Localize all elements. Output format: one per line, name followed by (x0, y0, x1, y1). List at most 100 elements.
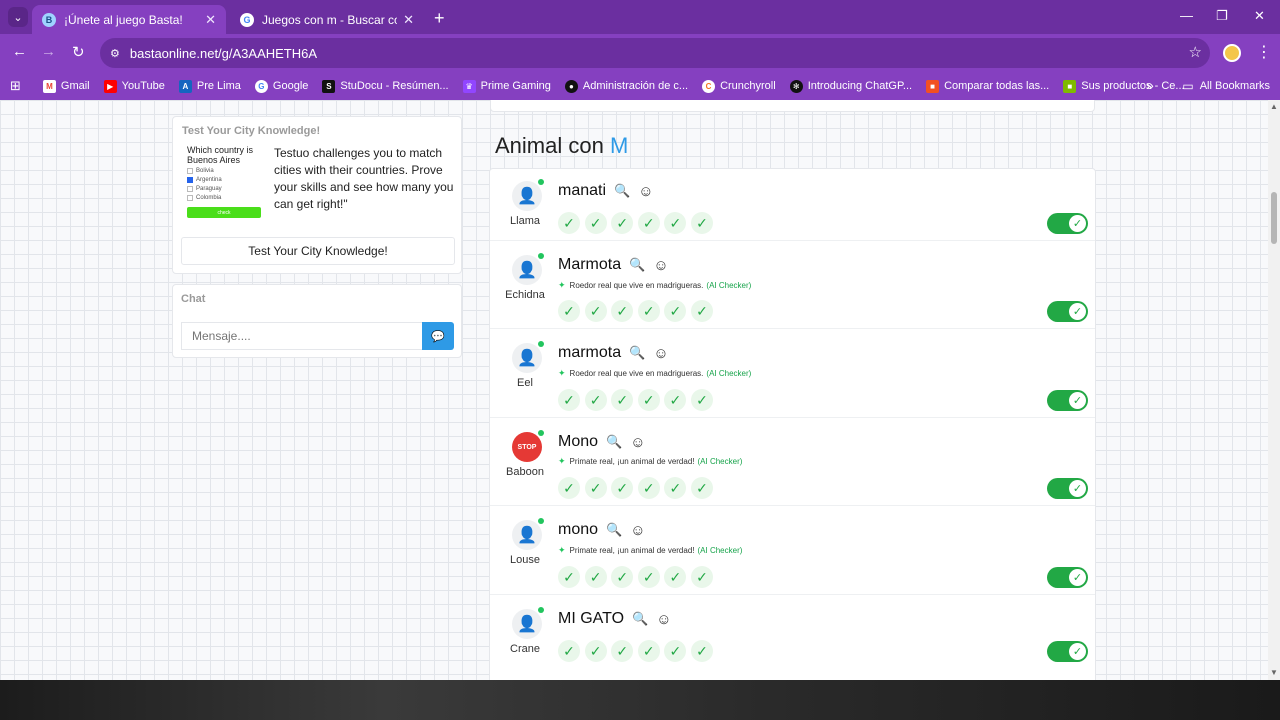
bookmark-chatgpt[interactable]: ✻ Introducing ChatGP... (789, 79, 912, 93)
page-scrollbar[interactable]: ▲ ▼ (1268, 100, 1280, 680)
browser-tab-bar: ⌄ B ¡Únete al juego Basta! ✕ G Juegos co… (0, 0, 1280, 34)
bookmark-studocu[interactable]: S StuDocu - Resúmen... (322, 79, 449, 93)
emoji-reaction-icon[interactable]: ☺ (630, 522, 645, 539)
bookmark-crunchyroll[interactable]: C Crunchyroll (702, 79, 776, 93)
answer-text: manati (558, 182, 607, 199)
crown-icon: ♛ (462, 79, 476, 93)
chat-message-input[interactable] (181, 322, 423, 350)
vote-checks: ✓ ✓ ✓ ✓ ✓ ✓ (558, 389, 718, 411)
search-icon[interactable]: 🔍 (632, 611, 648, 627)
emoji-reaction-icon[interactable]: ☺ (638, 183, 653, 200)
maximize-icon[interactable]: ❐ (1216, 8, 1228, 24)
check-icon: ✓ (611, 477, 634, 499)
check-icon: ✓ (690, 566, 713, 588)
player-name: Louse (510, 554, 540, 566)
apps-grid-icon[interactable]: ⊞ (10, 78, 21, 94)
search-icon[interactable]: 🔍 (606, 522, 622, 538)
ai-hint: ✦ Primate real, ¡un animal de verdad! (AI … (558, 545, 742, 556)
bookmark-prime-gaming[interactable]: ♛ Prime Gaming (462, 79, 551, 93)
chat-header: Chat (181, 293, 206, 305)
bookmark-label: Sus productos - Ce... (1081, 80, 1185, 92)
answer-row: 👤 Echidna Marmota 🔍 ☺ ✦ Roedor real que viv… (490, 241, 1095, 329)
profile-avatar[interactable] (1223, 44, 1241, 62)
answer-text: marmota (558, 344, 622, 361)
window-close-icon[interactable]: ✕ (1254, 8, 1265, 24)
search-icon[interactable]: 🔍 (629, 345, 645, 361)
search-icon[interactable]: 🔍 (629, 257, 645, 273)
more-bookmarks-chevron-icon[interactable]: » (1146, 77, 1154, 93)
scroll-up-arrow-icon[interactable]: ▲ (1270, 102, 1278, 111)
ai-checker-label: (AI Checker) (697, 546, 743, 555)
answer-text: Marmota (558, 256, 622, 273)
search-icon[interactable]: 🔍 (606, 434, 622, 450)
openai-icon: ✻ (789, 79, 803, 93)
check-icon: ✓ (611, 566, 634, 588)
quiz-option-label: Paraguay (196, 186, 222, 192)
quiz-option-label: Bolivia (196, 168, 214, 174)
minimize-icon[interactable]: — (1180, 8, 1193, 23)
all-bookmarks-button[interactable]: ▭ All Bookmarks (1182, 79, 1270, 93)
player-name: Llama (510, 215, 540, 227)
hint-text: Roedor real que vive en madrigueras. (569, 281, 704, 290)
emoji-reaction-icon[interactable]: ☺ (630, 434, 645, 451)
player-avatar: 👤 (512, 518, 544, 550)
online-indicator (538, 341, 544, 347)
check-icon: ✓ (611, 389, 634, 411)
check-icon: ✓ (637, 389, 660, 411)
bookmark-administracion[interactable]: ● Administración de c... (564, 79, 688, 93)
sparkle-icon: ✦ (558, 456, 566, 466)
player-avatar: 👤 (512, 341, 544, 373)
tab-search-chevron-icon[interactable]: ⌄ (8, 7, 28, 27)
check-icon: ✓ (690, 477, 713, 499)
vote-checks: ✓ ✓ ✓ ✓ ✓ ✓ (558, 477, 718, 499)
ai-hint: ✦ Roedor real que vive en madrigueras. (AI… (558, 280, 751, 291)
bookmark-star-icon[interactable]: ☆ (1189, 43, 1202, 61)
player-avatar: 👤 (512, 179, 544, 211)
back-arrow-icon[interactable]: ← (12, 43, 27, 60)
address-bar[interactable]: ⚙ bastaonline.net/g/A3AAHETH6A ☆ (100, 38, 1210, 68)
emoji-reaction-icon[interactable]: ☺ (653, 257, 668, 274)
answer-word: Mono 🔍 ☺ (558, 433, 646, 451)
valid-toggle[interactable]: ✓ (1047, 641, 1088, 662)
bookmark-youtube[interactable]: ▶ YouTube (103, 79, 165, 93)
forward-arrow-icon[interactable]: → (41, 43, 56, 60)
sparkle-icon: ✦ (558, 280, 566, 290)
valid-toggle[interactable]: ✓ (1047, 301, 1088, 322)
valid-toggle[interactable]: ✓ (1047, 390, 1088, 411)
bookmark-gmail[interactable]: M Gmail (42, 79, 90, 93)
quiz-option: Argentina (187, 177, 263, 183)
scroll-down-arrow-icon[interactable]: ▼ (1270, 668, 1278, 677)
tab-basta[interactable]: B ¡Únete al juego Basta! ✕ (32, 5, 226, 34)
tab-google-search[interactable]: G Juegos con m - Buscar con Goo ✕ (230, 5, 424, 34)
bookmark-sus-productos[interactable]: ■ Sus productos - Ce... (1063, 79, 1185, 93)
answer-word: Marmota 🔍 ☺ (558, 256, 669, 274)
player-avatar: 👤 (512, 607, 544, 639)
menu-kebab-icon[interactable]: ⋮ (1256, 42, 1272, 62)
test-city-knowledge-button[interactable]: Test Your City Knowledge! (181, 237, 455, 265)
bookmark-comparar[interactable]: ■ Comparar todas las... (926, 79, 1049, 93)
check-icon: ✓ (584, 389, 607, 411)
quiz-option-label: Colombia (196, 195, 222, 201)
reload-icon[interactable]: ↻ (72, 43, 85, 61)
answer-word: mono 🔍 ☺ (558, 521, 646, 539)
new-tab-plus-icon[interactable]: + (434, 8, 445, 29)
check-icon: ✓ (584, 300, 607, 322)
emoji-reaction-icon[interactable]: ☺ (656, 611, 671, 628)
send-message-button[interactable]: 💬 (422, 322, 454, 350)
valid-toggle[interactable]: ✓ (1047, 567, 1088, 588)
bookmark-pre-lima[interactable]: A Pre Lima (178, 79, 241, 93)
emoji-reaction-icon[interactable]: ☺ (653, 345, 668, 362)
tab-close-icon[interactable]: ✕ (205, 12, 216, 28)
site-settings-icon[interactable]: ⚙ (110, 47, 120, 60)
bookmark-google[interactable]: G Google (254, 79, 309, 93)
check-icon: ✓ (584, 640, 607, 662)
tab-close-icon[interactable]: ✕ (403, 12, 414, 28)
basta-favicon-icon: B (42, 12, 56, 27)
promo-card: Test Your City Knowledge! Which country … (172, 116, 462, 274)
valid-toggle[interactable]: ✓ (1047, 478, 1088, 499)
search-icon[interactable]: 🔍 (614, 183, 630, 199)
scrollbar-thumb[interactable] (1271, 192, 1277, 244)
valid-toggle[interactable]: ✓ (1047, 213, 1088, 234)
url-text: bastaonline.net/g/A3AAHETH6A (129, 45, 318, 61)
bookmark-label: Google (272, 80, 309, 92)
